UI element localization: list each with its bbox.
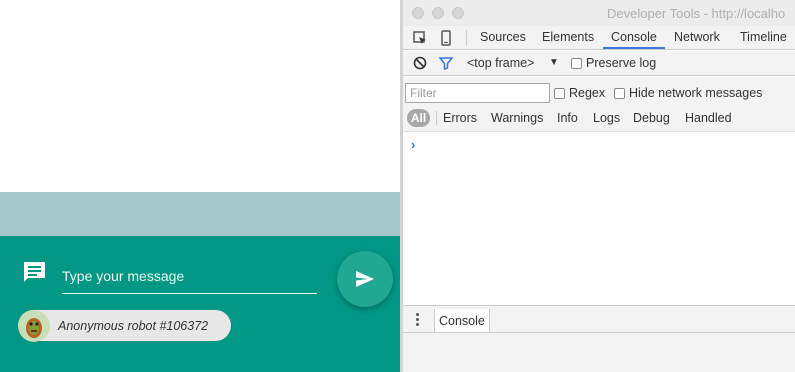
drawer-toolbar: Console [403, 305, 795, 333]
level-errors[interactable]: Errors [443, 111, 477, 125]
regex-label[interactable]: Regex [569, 86, 605, 100]
more-options-icon[interactable] [416, 313, 420, 327]
window-title: Developer Tools - http://localho [607, 6, 786, 21]
header-strip [0, 192, 400, 236]
filter-input[interactable] [405, 83, 550, 103]
robot-avatar [18, 309, 50, 342]
inspect-element-icon[interactable] [411, 29, 429, 47]
drawer-tab-console[interactable]: Console [434, 309, 490, 332]
level-logs[interactable]: Logs [593, 111, 620, 125]
message-input[interactable] [62, 258, 317, 294]
tab-network[interactable]: Network [674, 30, 720, 44]
tab-sources[interactable]: Sources [480, 30, 526, 44]
tab-console[interactable]: Console [611, 30, 657, 44]
preserve-log-label[interactable]: Preserve log [586, 56, 656, 70]
level-warnings[interactable]: Warnings [491, 111, 543, 125]
tab-elements[interactable]: Elements [542, 30, 594, 44]
hide-network-checkbox[interactable] [614, 88, 625, 99]
user-chip: Anonymous robot #106372 [18, 309, 231, 342]
drawer-body [403, 333, 795, 372]
window-titlebar: Developer Tools - http://localho [403, 0, 795, 26]
chat-app: Anonymous robot #106372 [0, 0, 400, 372]
console-output[interactable]: › [403, 133, 795, 305]
frame-select[interactable]: <top frame> [467, 56, 534, 70]
send-button[interactable] [337, 251, 393, 307]
clear-console-icon[interactable] [411, 54, 429, 72]
level-all-button[interactable]: All [407, 109, 430, 127]
tab-timeline[interactable]: Timeline [740, 30, 787, 44]
level-handled[interactable]: Handled [685, 111, 732, 125]
user-name: Anonymous robot #106372 [58, 318, 209, 333]
devtools-tabbar: Sources Elements Console Network Timelin… [403, 26, 795, 50]
console-toolbar: <top frame> ▼ Preserve log [403, 51, 795, 76]
send-icon [356, 271, 374, 287]
level-info[interactable]: Info [557, 111, 578, 125]
chevron-down-icon[interactable]: ▼ [549, 57, 559, 68]
console-filter-bar: Regex Hide network messages All Errors W… [403, 77, 795, 132]
level-separator [436, 111, 437, 125]
filter-icon[interactable] [437, 54, 455, 72]
close-window-icon[interactable] [412, 7, 424, 19]
zoom-window-icon[interactable] [452, 7, 464, 19]
devtools-window: Developer Tools - http://localho Sources… [403, 0, 795, 372]
device-mode-icon[interactable] [437, 29, 455, 47]
tabbar-separator [466, 30, 467, 46]
active-tab-indicator [603, 47, 665, 49]
minimize-window-icon[interactable] [432, 7, 444, 19]
compose-panel [0, 236, 400, 372]
hide-network-label[interactable]: Hide network messages [629, 86, 762, 100]
preserve-log-checkbox[interactable] [571, 58, 582, 69]
message-icon [22, 261, 46, 283]
regex-checkbox[interactable] [554, 88, 565, 99]
console-prompt-icon: › [411, 137, 416, 152]
level-debug[interactable]: Debug [633, 111, 670, 125]
